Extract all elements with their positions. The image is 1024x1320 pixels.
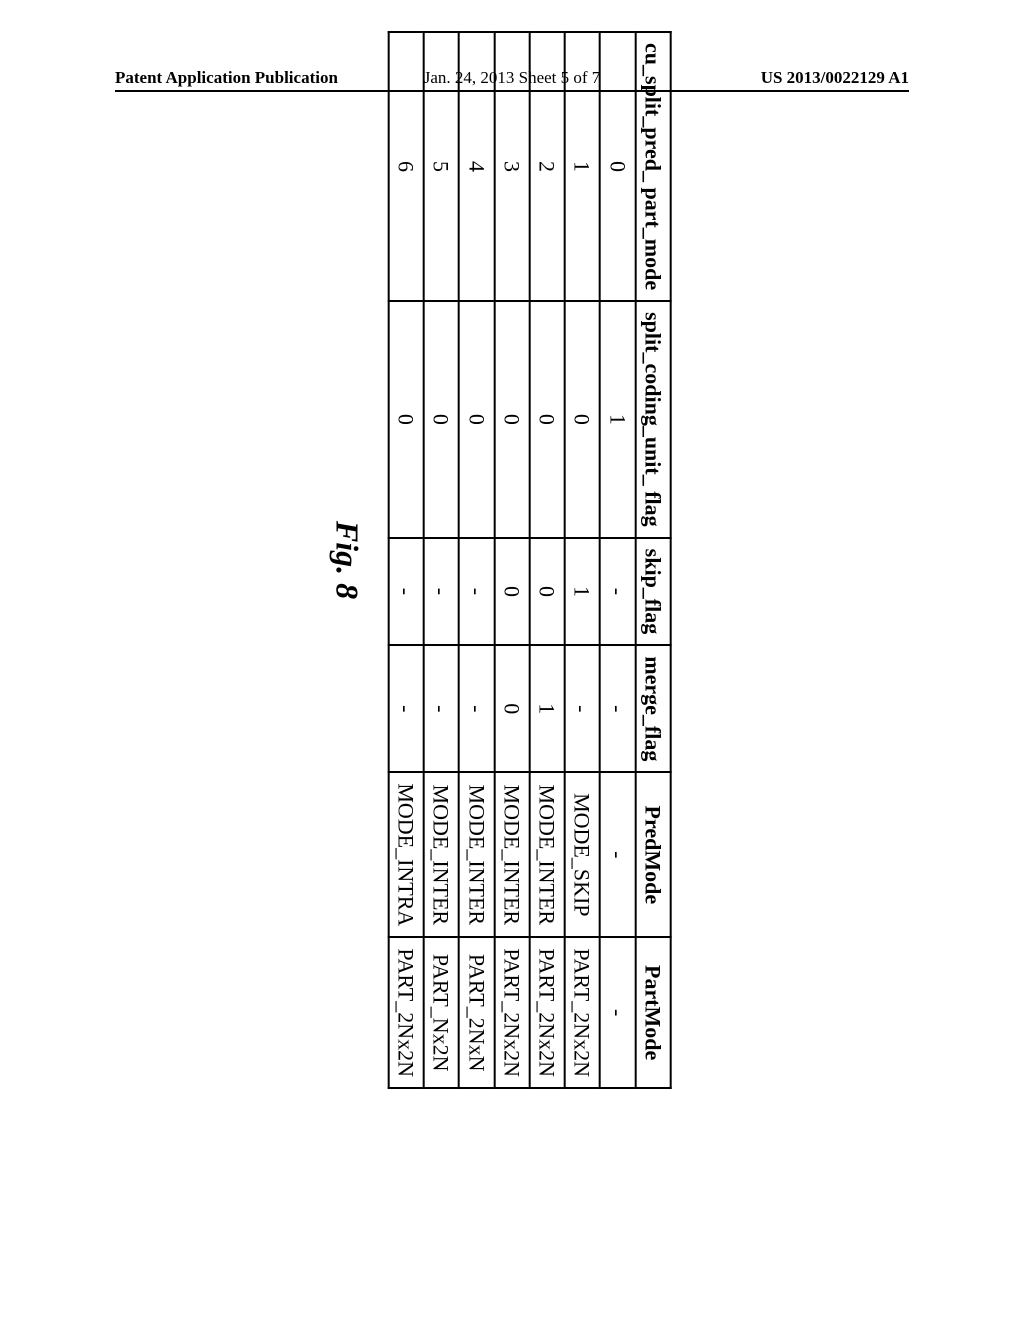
cell: - bbox=[388, 645, 423, 772]
cell: MODE_SKIP bbox=[565, 772, 600, 937]
cell: PART_Nx2N bbox=[424, 937, 459, 1088]
cell: - bbox=[600, 538, 635, 646]
cell: MODE_INTER bbox=[530, 772, 565, 937]
table-row: 2 0 0 1 MODE_INTER PART_2Nx2N bbox=[530, 32, 565, 1088]
cell: 0 bbox=[600, 32, 635, 301]
cell: 0 bbox=[494, 538, 529, 646]
col-header-split-coding-unit-flag: split_coding_unit_ flag bbox=[635, 301, 670, 538]
table-row: 6 0 - - MODE_INTRA PART_2Nx2N bbox=[388, 32, 423, 1088]
cell: PART_2Nx2N bbox=[565, 937, 600, 1088]
table-row: 4 0 - - MODE_INTER PART_2NxN bbox=[459, 32, 494, 1088]
col-header-merge-flag: merge_flag bbox=[635, 645, 670, 772]
table-header-row: cu_split_pred_ part_mode split_coding_un… bbox=[635, 32, 670, 1088]
cell: PART_2Nx2N bbox=[494, 937, 529, 1088]
mode-table: cu_split_pred_ part_mode split_coding_un… bbox=[387, 31, 671, 1089]
figure-label: Fig. 8 bbox=[328, 521, 365, 599]
cell: 1 bbox=[565, 32, 600, 301]
col-header-pred-mode: PredMode bbox=[635, 772, 670, 937]
cell: 0 bbox=[530, 538, 565, 646]
cell: 0 bbox=[424, 301, 459, 538]
cell: MODE_INTER bbox=[459, 772, 494, 937]
cell: 0 bbox=[459, 301, 494, 538]
cell: - bbox=[459, 538, 494, 646]
cell: MODE_INTER bbox=[424, 772, 459, 937]
cell: - bbox=[600, 772, 635, 937]
cell: 2 bbox=[530, 32, 565, 301]
header-right: US 2013/0022129 A1 bbox=[761, 68, 909, 88]
cell: 1 bbox=[565, 538, 600, 646]
cell: 6 bbox=[388, 32, 423, 301]
figure-rotated: cu_split_pred_ part_mode split_coding_un… bbox=[328, 31, 671, 1089]
cell: 5 bbox=[424, 32, 459, 301]
table-row: 1 0 1 - MODE_SKIP PART_2Nx2N bbox=[565, 32, 600, 1088]
cell: 0 bbox=[530, 301, 565, 538]
figure-inner: cu_split_pred_ part_mode split_coding_un… bbox=[328, 31, 671, 1089]
cell: PART_2Nx2N bbox=[388, 937, 423, 1088]
cell: - bbox=[600, 645, 635, 772]
cell: 0 bbox=[494, 645, 529, 772]
col-header-part-mode: PartMode bbox=[635, 937, 670, 1088]
col-header-skip-flag: skip_flag bbox=[635, 538, 670, 646]
table-row: 3 0 0 0 MODE_INTER PART_2Nx2N bbox=[494, 32, 529, 1088]
cell: - bbox=[600, 937, 635, 1088]
cell: - bbox=[459, 645, 494, 772]
cell: 1 bbox=[530, 645, 565, 772]
cell: - bbox=[424, 645, 459, 772]
cell: 3 bbox=[494, 32, 529, 301]
cell: 0 bbox=[565, 301, 600, 538]
table-body: 0 1 - - - - 1 0 1 - MODE_SKIP PART_2Nx2N bbox=[388, 32, 635, 1088]
cell: 0 bbox=[388, 301, 423, 538]
table-row: 5 0 - - MODE_INTER PART_Nx2N bbox=[424, 32, 459, 1088]
cell: - bbox=[388, 538, 423, 646]
cell: - bbox=[424, 538, 459, 646]
cell: PART_2Nx2N bbox=[530, 937, 565, 1088]
cell: - bbox=[565, 645, 600, 772]
cell: PART_2NxN bbox=[459, 937, 494, 1088]
col-header-cu-split-pred-part-mode: cu_split_pred_ part_mode bbox=[635, 32, 670, 301]
cell: MODE_INTRA bbox=[388, 772, 423, 937]
page: Patent Application Publication Jan. 24, … bbox=[0, 0, 1024, 1320]
cell: 4 bbox=[459, 32, 494, 301]
cell: 1 bbox=[600, 301, 635, 538]
table-row: 0 1 - - - - bbox=[600, 32, 635, 1088]
cell: MODE_INTER bbox=[494, 772, 529, 937]
cell: 0 bbox=[494, 301, 529, 538]
